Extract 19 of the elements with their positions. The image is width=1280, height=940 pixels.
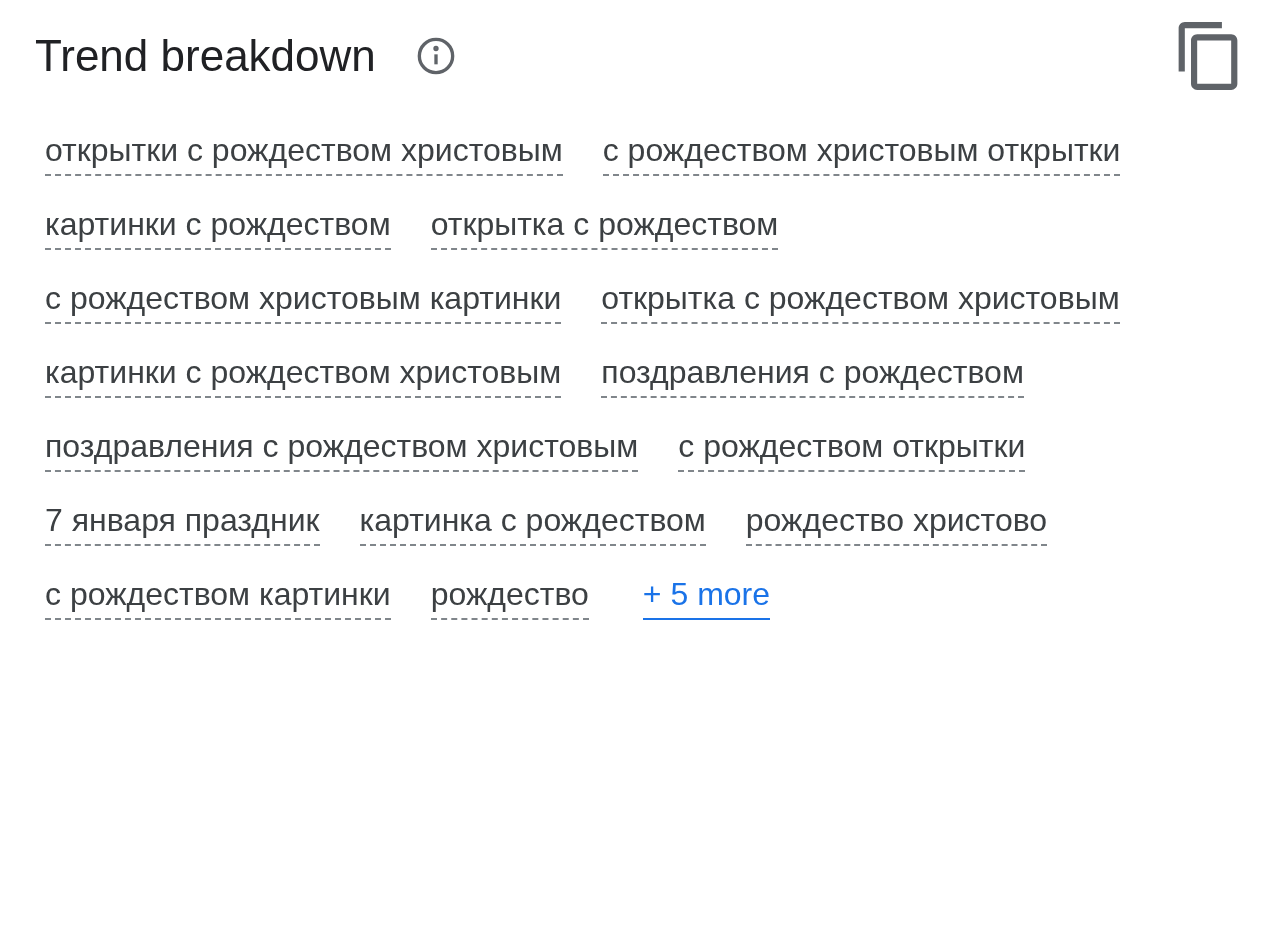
info-icon[interactable] [415, 36, 456, 76]
trend-term: картинка с рождеством [359, 496, 706, 546]
trend-term: с рождеством картинки [45, 570, 391, 620]
card-title: Trend breakdown [35, 30, 376, 82]
trend-term: с рождеством открытки [678, 422, 1026, 472]
trend-term: поздравления с рождеством христовым [45, 422, 639, 472]
trend-term: картинки с рождеством христовым [45, 348, 562, 398]
trend-term: рождество [430, 570, 589, 620]
trend-term: с рождеством христовым открытки [602, 126, 1121, 176]
copy-icon[interactable] [1176, 22, 1240, 90]
trend-term: рождество христово [745, 496, 1048, 546]
trend-term: поздравления с рождеством [601, 348, 1024, 398]
trend-term: открытка с рождеством христовым [601, 274, 1120, 324]
more-link[interactable]: + 5 more [642, 570, 771, 620]
trend-term: открытка с рождеством [430, 200, 779, 250]
trend-term: картинки с рождеством [45, 200, 391, 250]
trend-term: 7 января праздник [45, 496, 320, 546]
trend-term: с рождеством христовым картинки [45, 274, 562, 324]
trend-term: открытки с рождеством христовым [45, 126, 563, 176]
